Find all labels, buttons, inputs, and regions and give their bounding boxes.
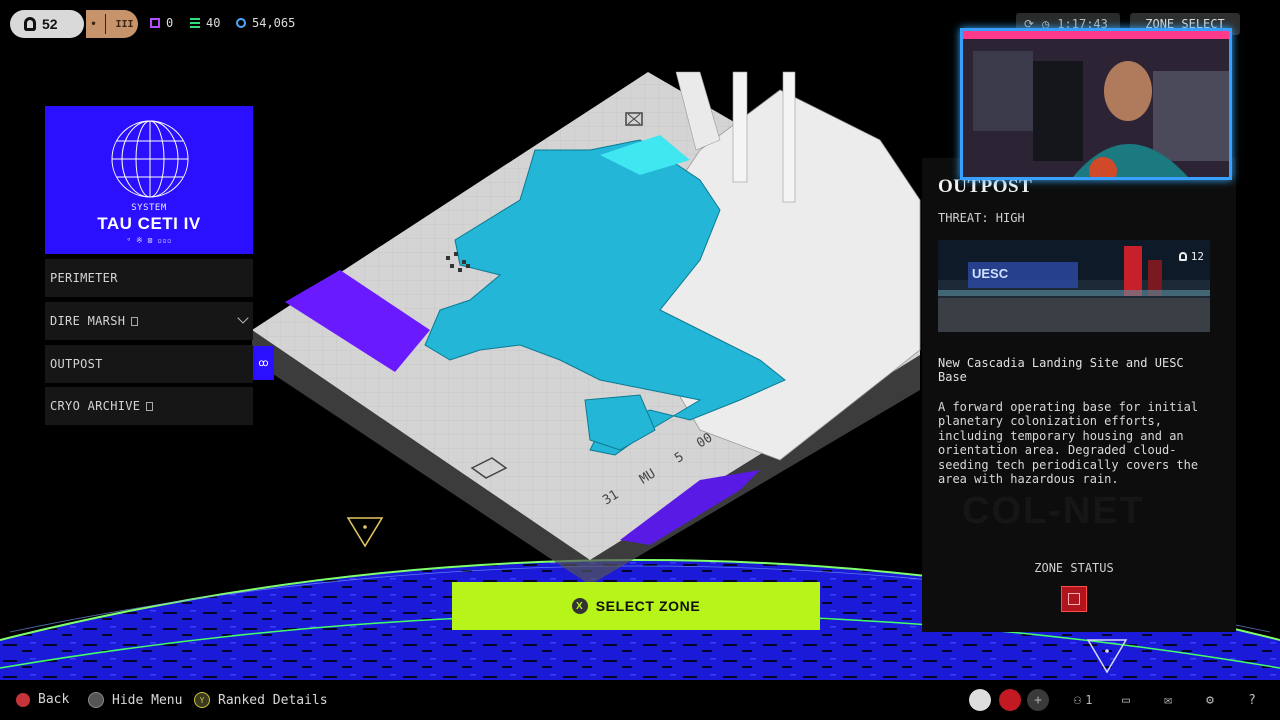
add-squad-member-button[interactable]: + <box>1026 688 1050 712</box>
player-level: 52 <box>42 16 58 32</box>
stack-icon <box>190 18 200 28</box>
party-button[interactable]: ⚇ 1 <box>1066 688 1100 712</box>
square-icon <box>150 18 160 28</box>
system-subtitle: ᵒ ※ ⊠ ▫▫▫ <box>126 236 172 245</box>
zone-item-perimeter[interactable]: PERIMETER <box>45 259 253 297</box>
zone-tile: 31 MU 5 00 <box>252 71 921 585</box>
col-net-watermark: COL-NET <box>962 490 1145 532</box>
rank-badge[interactable]: • III <box>86 10 138 38</box>
zone-item-dire-marsh[interactable]: DIRE MARSH <box>45 302 253 340</box>
zone-preview-image[interactable]: UESC 12 <box>938 240 1210 332</box>
globe-icon <box>111 120 189 198</box>
preview-image-count: 12 <box>1178 250 1204 263</box>
menu-button-icon <box>88 692 104 708</box>
zone-description: A forward operating base for initial pla… <box>938 400 1199 487</box>
ranked-details-hint[interactable]: Y Ranked Details <box>194 692 328 708</box>
squad-avatar-1[interactable] <box>968 688 992 712</box>
active-zone-indicator: ꝏ <box>253 346 274 380</box>
gear-icon[interactable]: ⚙ <box>1198 688 1222 712</box>
zone-info-panel: COL-NET OUTPOST THREAT: HIGH UESC 12 New… <box>922 158 1236 632</box>
hide-menu-hint[interactable]: Hide Menu <box>88 692 182 708</box>
chat-icon[interactable]: ▭ <box>1114 688 1138 712</box>
credits-icon <box>236 18 246 28</box>
zone-status-label: ZONE STATUS <box>1034 561 1114 575</box>
b-button-icon <box>16 692 30 707</box>
back-hint[interactable]: Back <box>16 692 69 707</box>
help-icon[interactable]: ? <box>1240 688 1264 712</box>
system-name: TAU CETI IV <box>97 214 201 233</box>
x-button-icon: X <box>571 598 588 614</box>
party-icon: ⚇ <box>1073 692 1082 708</box>
stat-credits: 54,065 <box>236 16 295 30</box>
system-label: SYSTEM <box>131 203 167 213</box>
player-level-badge[interactable]: 52 <box>10 10 84 38</box>
bottom-bar: Back Hide Menu Y Ranked Details + ⚇ 1 ▭ … <box>0 680 1280 720</box>
zone-item-outpost[interactable]: OUTPOST <box>45 345 253 383</box>
squad-avatar-2[interactable] <box>998 688 1022 712</box>
rank-label: III <box>115 18 134 30</box>
waypoint-marker-left <box>346 517 384 548</box>
select-zone-button[interactable]: X SELECT ZONE <box>452 582 820 630</box>
chevron-down-icon[interactable] <box>237 312 249 324</box>
mail-icon[interactable]: ✉ <box>1156 688 1180 712</box>
document-icon <box>146 401 154 411</box>
stat-stack: 40 <box>190 16 220 30</box>
stat-square: 0 <box>150 16 173 30</box>
zone-status-icon <box>1061 586 1087 612</box>
system-card: SYSTEM TAU CETI IV ᵒ ※ ⊠ ▫▫▫ <box>45 106 253 254</box>
webcam-overlay <box>960 28 1232 180</box>
svg-text:UESC: UESC <box>972 266 1009 281</box>
rank-dot-icon: • <box>90 18 97 30</box>
document-icon <box>131 316 139 326</box>
player-icon <box>24 17 36 31</box>
zone-item-cryo-archive[interactable]: CRYO ARCHIVE <box>45 387 253 425</box>
threat-level: THREAT: HIGH <box>938 211 1025 225</box>
location-name: New Cascadia Landing Site and UESC Base <box>938 356 1184 384</box>
select-zone-label: SELECT ZONE <box>595 598 701 614</box>
y-button-icon: Y <box>194 692 210 708</box>
player-icon <box>1178 252 1187 261</box>
